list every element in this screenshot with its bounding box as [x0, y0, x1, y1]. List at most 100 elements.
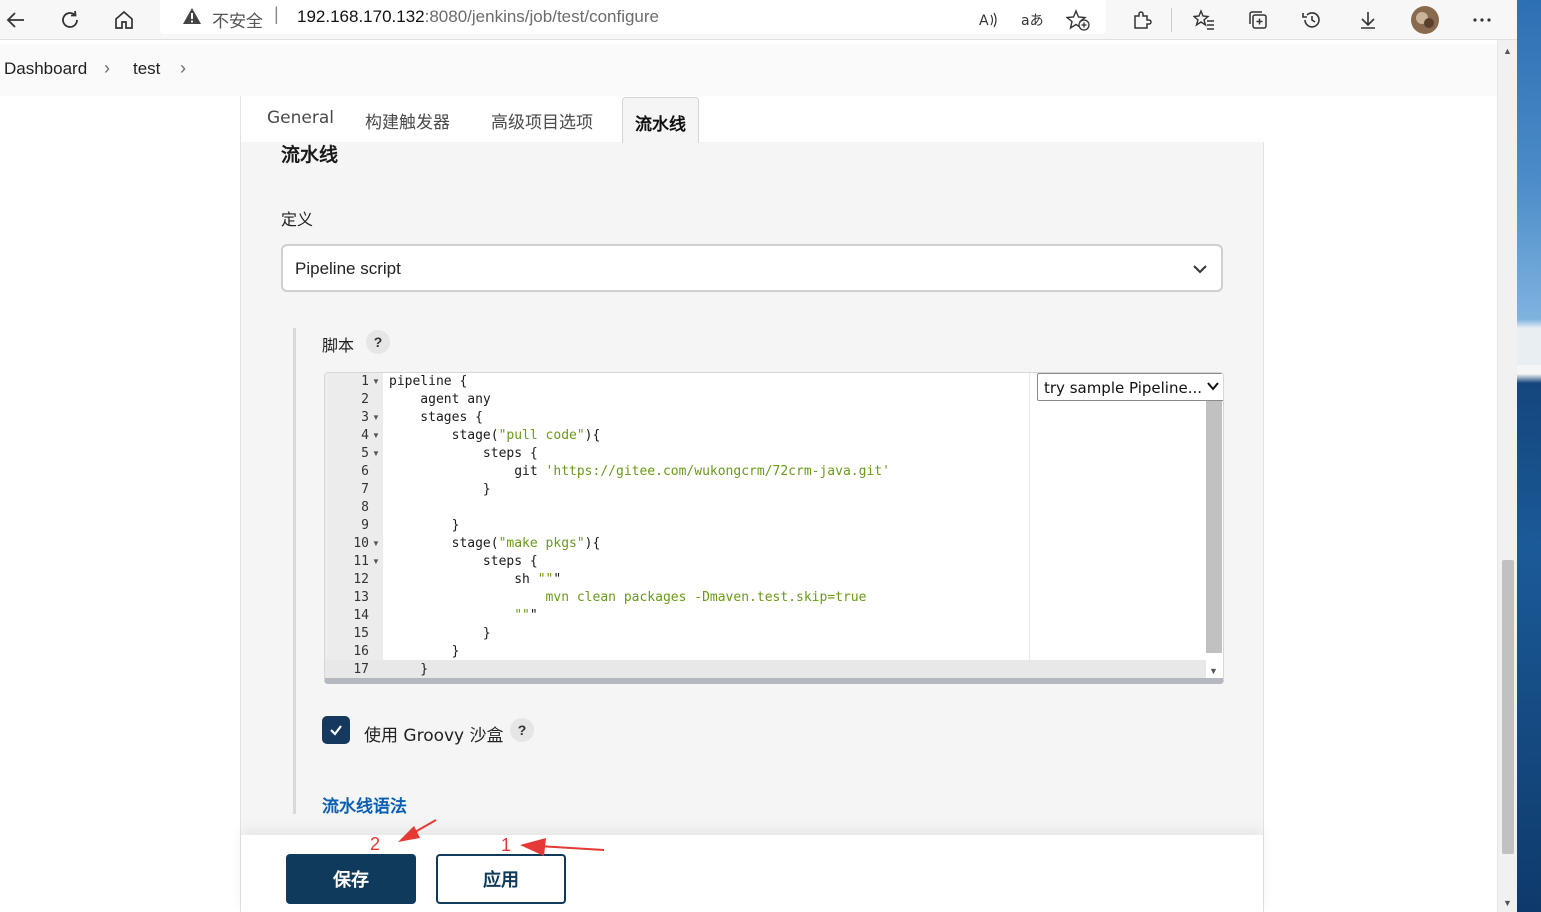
- line-number: 14: [353, 608, 369, 623]
- groovy-sandbox-label[interactable]: 使用 Groovy 沙盒: [364, 721, 504, 746]
- fold-toggle-icon[interactable]: ▼: [372, 427, 380, 445]
- page-scrollbar-thumb[interactable]: [1502, 560, 1514, 854]
- chevron-right-icon[interactable]: ›: [180, 58, 186, 79]
- code-line: mvn clean packages -Dmaven.test.skip=tru…: [545, 590, 867, 605]
- download-icon[interactable]: [1352, 4, 1384, 36]
- line-number: 13: [353, 590, 369, 605]
- url-path: :8080/jenkins/job/test/configure: [424, 7, 659, 26]
- scroll-up-icon[interactable]: ▲: [1503, 46, 1512, 56]
- line-number: 8: [361, 500, 369, 515]
- config-tabs: General 构建触发器 高级项目选项 流水线: [241, 96, 1265, 143]
- breadcrumb-test[interactable]: test: [133, 59, 160, 79]
- line-number: 9: [361, 518, 369, 533]
- history-icon[interactable]: [1296, 4, 1328, 36]
- sample-pipeline-select[interactable]: try sample Pipeline...: [1037, 373, 1223, 401]
- code-line: stage("make pkgs"){: [389, 536, 601, 551]
- code-line: sh """: [389, 572, 562, 587]
- code-line: steps {: [389, 446, 538, 461]
- tab-general[interactable]: General: [267, 108, 334, 128]
- tab-advanced-options[interactable]: 高级项目选项: [491, 108, 593, 133]
- security-label[interactable]: 不安全: [212, 7, 263, 32]
- add-favorite-icon[interactable]: [1062, 4, 1094, 36]
- section-title: 流水线: [281, 144, 339, 166]
- home-icon[interactable]: [108, 4, 140, 36]
- bottom-action-bar: 保存 应用: [241, 835, 1263, 912]
- code-line: }: [389, 518, 460, 533]
- fold-toggle-icon[interactable]: ▼: [372, 445, 380, 463]
- sandbox-help-button[interactable]: ?: [510, 718, 534, 742]
- tab-pipeline[interactable]: 流水线: [622, 97, 699, 143]
- definition-select-value: Pipeline script: [295, 259, 401, 278]
- line-number: 10: [353, 536, 369, 551]
- save-button[interactable]: 保存: [286, 854, 416, 904]
- check-icon: [330, 725, 342, 736]
- more-icon[interactable]: [1466, 4, 1498, 36]
- url-host: 192.168.170.132: [297, 7, 425, 26]
- code-line: }: [389, 662, 429, 677]
- svg-text:aあ: aあ: [1021, 13, 1044, 29]
- script-label: 脚本: [322, 336, 355, 355]
- code-line: }: [389, 626, 491, 641]
- line-number: 15: [353, 626, 369, 641]
- line-number: 1: [361, 374, 369, 389]
- fold-toggle-icon[interactable]: ▼: [372, 553, 380, 571]
- script-help-button[interactable]: ?: [366, 330, 390, 354]
- profile-avatar[interactable]: [1409, 4, 1441, 36]
- back-icon[interactable]: [0, 4, 32, 36]
- desktop-background: [1517, 0, 1541, 912]
- definition-label: 定义: [281, 210, 314, 229]
- editor-scrollbar[interactable]: ▼: [1206, 401, 1222, 678]
- favorites-icon[interactable]: [1188, 4, 1220, 36]
- extensions-icon[interactable]: [1126, 4, 1158, 36]
- pipeline-syntax-link[interactable]: 流水线语法: [322, 792, 407, 817]
- page-scrollbar[interactable]: ▲ ▼: [1497, 40, 1517, 912]
- code-line: agent any: [389, 392, 491, 407]
- line-number: 3: [361, 410, 369, 425]
- line-number: 16: [353, 644, 369, 659]
- code-line: git 'https://gitee.com/wukongcrm/72crm-j…: [389, 464, 890, 479]
- breadcrumb-dashboard[interactable]: Dashboard: [4, 59, 87, 79]
- read-aloud-icon[interactable]: A: [972, 4, 1004, 36]
- fold-toggle-icon[interactable]: ▼: [372, 535, 380, 553]
- url-text[interactable]: 192.168.170.132:8080/jenkins/job/test/co…: [297, 7, 659, 27]
- refresh-icon[interactable]: [54, 4, 86, 36]
- line-number: 11: [353, 554, 369, 569]
- annotation-number-2: 2: [370, 834, 381, 854]
- line-number: 12: [353, 572, 369, 587]
- scroll-down-icon[interactable]: ▼: [1503, 898, 1512, 908]
- collections-icon[interactable]: [1242, 4, 1274, 36]
- code-line: stages {: [389, 410, 483, 425]
- definition-select[interactable]: Pipeline script: [281, 244, 1223, 292]
- breadcrumb: Dashboard › test ›: [0, 44, 1497, 96]
- scroll-down-icon[interactable]: ▼: [1209, 666, 1218, 676]
- line-number: 7: [361, 482, 369, 497]
- tab-build-triggers[interactable]: 构建触发器: [365, 108, 450, 133]
- script-editor[interactable]: 1 ▼ 2 3 ▼ 4 ▼ 5 ▼ 6 7 8 9 10 ▼ 11 ▼ 12 13 14 15 16 17 pipeline…: [324, 372, 1224, 684]
- code-line: }: [389, 482, 491, 497]
- code-line: steps {: [389, 554, 538, 569]
- fold-toggle-icon[interactable]: ▼: [372, 409, 380, 427]
- address-bar[interactable]: 不安全 | 192.168.170.132:8080/jenkins/job/t…: [160, 0, 1106, 34]
- line-number: 17: [353, 662, 369, 677]
- fold-toggle-icon[interactable]: ▼: [372, 373, 380, 391]
- code-line: stage("pull code"){: [389, 428, 601, 443]
- browser-toolbar: 不安全 | 192.168.170.132:8080/jenkins/job/t…: [0, 0, 1517, 40]
- code-area[interactable]: pipeline { agent any stages { stage("pul…: [383, 373, 1029, 678]
- code-line: }: [389, 644, 460, 659]
- translate-icon[interactable]: aあ: [1016, 4, 1048, 36]
- config-panel: General 构建触发器 高级项目选项 流水线 流水线 定义 Pipeline…: [240, 96, 1265, 912]
- sample-pipeline-select-value: try sample Pipeline...: [1044, 379, 1203, 397]
- warning-icon: [182, 6, 202, 31]
- svg-text:A: A: [979, 13, 989, 29]
- annotation-number-1: 1: [501, 835, 512, 855]
- editor-scrollbar-thumb[interactable]: [1206, 401, 1222, 653]
- script-block: 脚本 ? 1 ▼ 2 3 ▼ 4 ▼ 5 ▼ 6 7 8 9 10 ▼ 11 ▼ 12 13 14 15 16 17 pip…: [293, 328, 1224, 817]
- code-line: """: [514, 608, 538, 623]
- line-number: 2: [361, 392, 369, 407]
- groovy-sandbox-checkbox[interactable]: [322, 716, 350, 744]
- address-separator: |: [274, 4, 279, 24]
- line-number: 5: [361, 446, 369, 461]
- line-number: 4: [361, 428, 369, 443]
- apply-button[interactable]: 应用: [436, 854, 566, 904]
